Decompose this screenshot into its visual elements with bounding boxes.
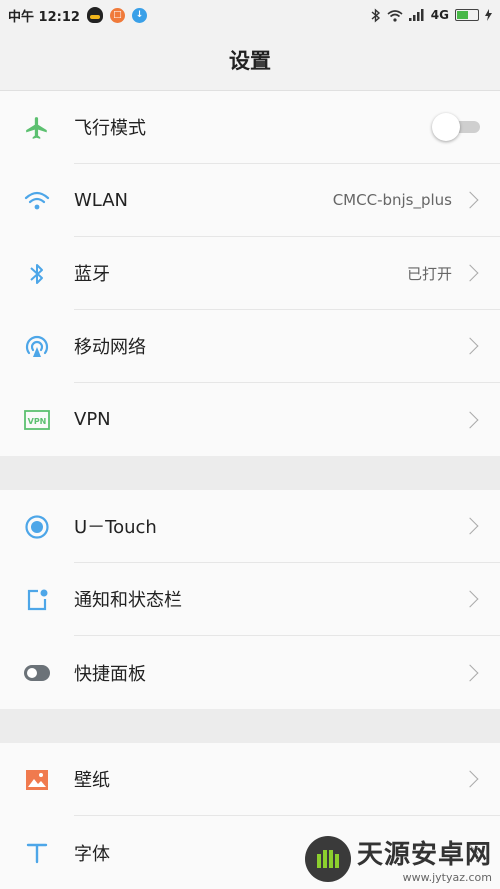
setting-quick-panel[interactable]: 快捷面板 [0,636,500,709]
setting-wallpaper[interactable]: 壁纸 [0,743,500,816]
qq-icon [86,7,103,23]
settings-group-interface: U－Touch 通知和状态栏 快捷面板 [0,490,500,709]
watermark: 天源安卓网 www.jytyaz.com [300,829,500,889]
bluetooth-icon [30,263,43,284]
charging-icon [485,9,492,21]
airplane-mode-label: 飞行模式 [74,118,146,139]
bluetooth-status: 已打开 [406,264,452,283]
airplane-icon [26,116,47,139]
app-notification-icon: □ [109,7,125,23]
watermark-title: 天源安卓网 [356,840,492,870]
bluetooth-status-icon [371,7,380,23]
chevron-right-icon [461,590,479,608]
section-divider [0,709,500,743]
wifi-status-icon [387,9,403,22]
wallpaper-icon [26,769,48,790]
settings-group-network: 飞行模式 WLAN CMCC-bnjs_plus 蓝牙 已打开 移动网络 VPN… [0,91,500,456]
chevron-right-icon [461,191,479,209]
setting-utouch[interactable]: U－Touch [0,490,500,563]
chevron-right-icon [461,264,479,282]
chevron-right-icon [461,664,479,681]
vpn-label: VPN [74,409,111,430]
signal-icon [408,9,424,21]
wallpaper-label: 壁纸 [74,770,110,791]
wlan-label: WLAN [74,189,129,211]
font-icon [26,843,48,863]
chevron-right-icon [461,337,479,355]
bluetooth-label: 蓝牙 [74,264,110,285]
notification-label: 通知和状态栏 [74,590,182,611]
setting-mobile-network[interactable]: 移动网络 [0,310,500,383]
page-title: 设置 [0,30,500,91]
quick-panel-label: 快捷面板 [74,663,146,685]
mobile-network-icon [25,335,49,357]
setting-bluetooth[interactable]: 蓝牙 已打开 [0,237,500,310]
quick-panel-icon [24,664,50,681]
wifi-icon [24,191,50,209]
chevron-right-icon [461,770,479,788]
mobile-network-label: 移动网络 [74,337,146,358]
svg-text:VPN: VPN [28,417,47,426]
status-time: 中午 12:12 [8,9,80,25]
chevron-right-icon [461,411,479,428]
setting-notification-statusbar[interactable]: 通知和状态栏 [0,563,500,636]
chevron-right-icon [461,517,479,535]
utouch-icon [25,514,49,539]
vpn-icon: VPN [24,409,50,430]
network-type: 4G [430,8,449,22]
battery-icon [455,9,479,21]
airplane-mode-toggle[interactable] [432,113,482,141]
section-divider [0,456,500,490]
wlan-network-name: CMCC-bnjs_plus [332,191,452,209]
setting-airplane-mode[interactable]: 飞行模式 [0,91,500,164]
notification-icon [27,589,48,610]
watermark-url: www.jytyaz.com [402,871,492,884]
utouch-label: U－Touch [74,517,157,538]
watermark-logo-icon [304,836,351,882]
download-icon: ↓ [131,7,147,23]
status-bar: 中午 12:12 □ ↓ 4G [0,0,500,30]
setting-wlan[interactable]: WLAN CMCC-bnjs_plus [0,164,500,237]
setting-vpn[interactable]: VPN VPN [0,383,500,456]
